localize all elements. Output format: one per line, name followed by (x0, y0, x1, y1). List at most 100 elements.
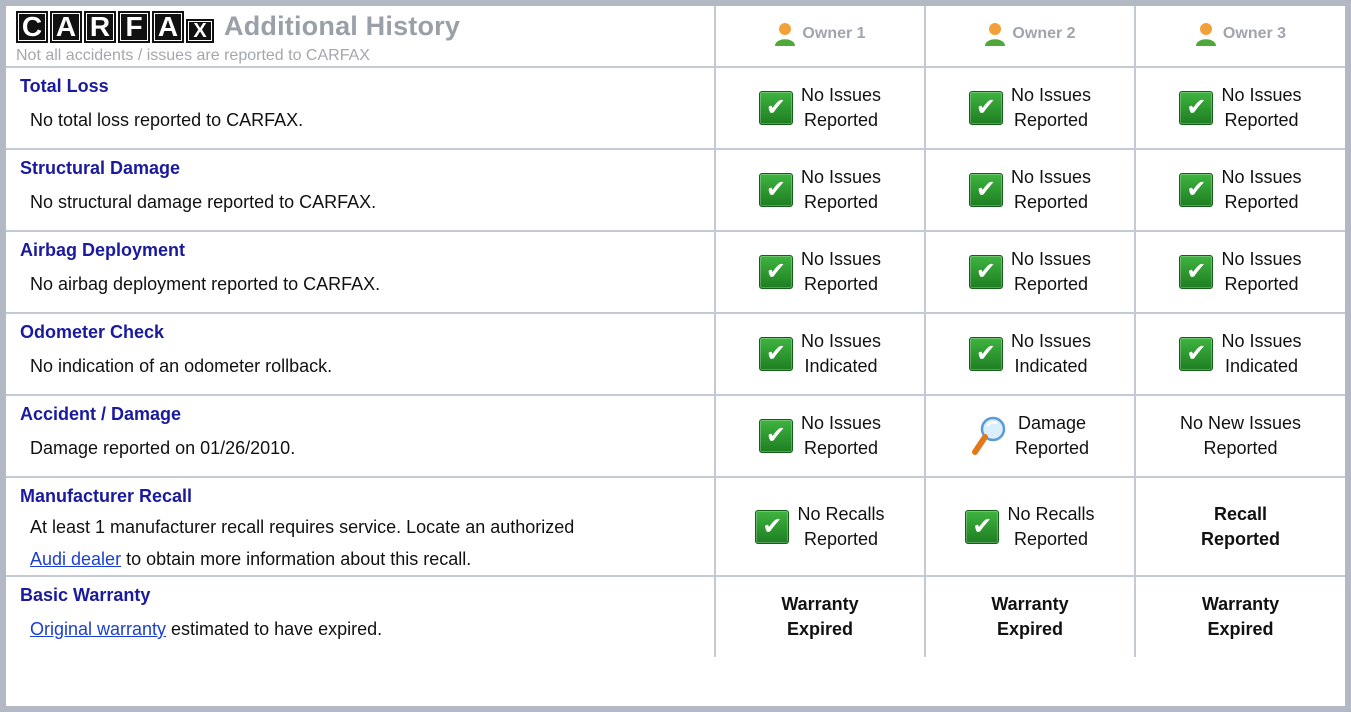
category-cell: Odometer Check No indication of an odome… (6, 312, 716, 396)
status-cell: ✔ No Issues Reported (1134, 66, 1345, 150)
status-text: No Issues Reported (1010, 167, 1092, 212)
category-description: No total loss reported to CARFAX. (30, 110, 304, 130)
owner-label: Owner 1 (802, 24, 866, 42)
status-cell: Damage Reported (924, 394, 1136, 478)
status-text: No Issues Reported (1010, 85, 1092, 130)
carfax-logo: C A R F A X (16, 10, 216, 43)
status-cell: ✔ No Issues Reported (714, 66, 926, 150)
category-title: Odometer Check (20, 322, 165, 342)
category-description: No airbag deployment reported to CARFAX. (30, 274, 381, 294)
table-row: Total Loss No total loss reported to CAR… (6, 66, 1345, 150)
status-cell: ✔ No Issues Indicated (714, 312, 926, 396)
category-title: Basic Warranty (20, 585, 151, 605)
status-text: No Issues Reported (1010, 249, 1092, 294)
check-icon: ✔ (755, 509, 790, 544)
check-icon: ✔ (968, 255, 1003, 289)
person-icon (775, 22, 796, 46)
category-title: Structural Damage (20, 158, 181, 178)
category-title: Total Loss (20, 76, 109, 96)
status-text: No Recalls Reported (1007, 503, 1095, 549)
status-text: No New Issues Reported (1179, 413, 1302, 458)
magnifier-icon (971, 416, 1006, 455)
person-icon (1195, 22, 1216, 46)
status-text: Warranty Expired (991, 594, 1069, 639)
status-text: No Issues Reported (800, 413, 882, 458)
status-cell: Recall Reported (1134, 476, 1345, 577)
status-cell: ✔ No Issues Reported (1134, 230, 1345, 314)
table-row: Accident / Damage Damage reported on 01/… (6, 394, 1345, 478)
category-description: No indication of an odometer rollback. (30, 356, 333, 376)
table-row: Structural Damage No structural damage r… (6, 148, 1345, 232)
recall-description-rest: to obtain more information about this re… (121, 549, 472, 569)
status-text: No Issues Reported (1221, 85, 1302, 130)
status-cell: ✔ No Issues Indicated (924, 312, 1136, 396)
check-icon: ✔ (965, 509, 1000, 544)
status-cell: ✔ No Issues Reported (924, 230, 1136, 314)
recall-description-text: At least 1 manufacturer recall requires … (30, 517, 575, 537)
section-subtitle: Not all accidents / issues are reported … (16, 46, 370, 64)
status-cell: No New Issues Reported (1134, 394, 1345, 478)
logo-letter: C (16, 10, 48, 43)
header-row: C A R F A X Additional History Not all a… (6, 6, 1345, 68)
owner-2-header: Owner 2 (924, 6, 1136, 68)
logo-letter: A (50, 10, 82, 43)
logo-letter: A (152, 10, 184, 43)
check-icon: ✔ (1179, 255, 1214, 289)
status-text: Damage Reported (1014, 413, 1090, 458)
status-cell: ✔ No Issues Indicated (1134, 312, 1345, 396)
table-row: Odometer Check No indication of an odome… (6, 312, 1345, 396)
table-row: Basic Warranty Original warranty estimat… (6, 575, 1345, 657)
status-text: No Recalls Reported (797, 503, 885, 549)
original-warranty-link[interactable]: Original warranty (30, 619, 166, 639)
check-icon: ✔ (968, 91, 1003, 125)
logo-letter: R (84, 10, 116, 43)
status-text: No Issues Indicated (800, 331, 882, 376)
person-icon (985, 22, 1006, 46)
status-cell: ✔ No Issues Reported (924, 148, 1136, 232)
check-icon: ✔ (968, 337, 1003, 371)
status-text: Recall Reported (1200, 503, 1280, 549)
status-cell: ✔ No Issues Reported (714, 394, 926, 478)
status-text: No Issues Indicated (1221, 331, 1302, 376)
history-table: C A R F A X Additional History Not all a… (6, 6, 1345, 657)
status-cell: ✔ No Recalls Reported (714, 476, 926, 577)
status-cell: ✔ No Recalls Reported (924, 476, 1136, 577)
check-icon: ✔ (758, 337, 793, 371)
check-icon: ✔ (1179, 91, 1214, 125)
category-cell: Accident / Damage Damage reported on 01/… (6, 394, 716, 478)
status-text: No Issues Reported (800, 167, 882, 212)
category-cell: Manufacturer Recall At least 1 manufactu… (6, 476, 716, 577)
table-row: Manufacturer Recall At least 1 manufactu… (6, 476, 1345, 577)
status-cell: ✔ No Issues Reported (924, 66, 1136, 150)
brand-header: C A R F A X Additional History Not all a… (6, 6, 716, 68)
owner-3-header: Owner 3 (1134, 6, 1345, 68)
check-icon: ✔ (758, 419, 793, 453)
status-text: No Issues Reported (1221, 249, 1302, 294)
status-cell: ✔ No Issues Reported (714, 230, 926, 314)
status-text: No Issues Indicated (1010, 331, 1092, 376)
category-cell: Airbag Deployment No airbag deployment r… (6, 230, 716, 314)
check-icon: ✔ (968, 173, 1003, 207)
owner-label: Owner 2 (1012, 24, 1076, 42)
category-description: Damage reported on 01/26/2010. (30, 438, 296, 458)
status-text: No Issues Reported (800, 85, 882, 130)
status-text: No Issues Reported (800, 249, 882, 294)
category-title: Accident / Damage (20, 404, 182, 424)
status-cell: Warranty Expired (1134, 575, 1345, 657)
section-title: Additional History (224, 11, 461, 41)
owner-1-header: Owner 1 (714, 6, 926, 68)
status-text: No Issues Reported (1221, 167, 1302, 212)
category-cell: Basic Warranty Original warranty estimat… (6, 575, 716, 657)
warranty-description-rest: estimated to have expired. (166, 619, 383, 639)
audi-dealer-link[interactable]: Audi dealer (30, 549, 121, 569)
table-row: Airbag Deployment No airbag deployment r… (6, 230, 1345, 314)
category-title: Airbag Deployment (20, 240, 186, 260)
check-icon: ✔ (1179, 337, 1214, 371)
status-cell: ✔ No Issues Reported (714, 148, 926, 232)
logo-letter: F (118, 10, 150, 43)
category-description: At least 1 manufacturer recall requires … (30, 511, 714, 575)
category-cell: Structural Damage No structural damage r… (6, 148, 716, 232)
category-description: Original warranty estimated to have expi… (30, 614, 714, 644)
status-text: Warranty Expired (1201, 594, 1280, 639)
check-icon: ✔ (758, 173, 793, 207)
